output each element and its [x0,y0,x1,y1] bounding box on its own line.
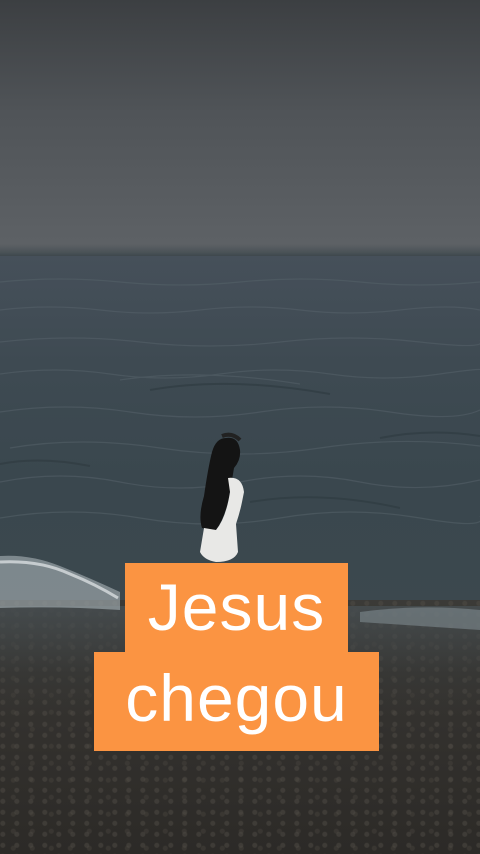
caption-line-2-text: chegou [125,660,348,735]
caption-line-1: Jesus [125,563,348,655]
sky [0,0,480,252]
woman-silhouette [200,432,244,562]
caption-line-2: chegou [94,652,379,751]
horizon [0,244,480,256]
caption-line-1-text: Jesus [147,570,326,644]
